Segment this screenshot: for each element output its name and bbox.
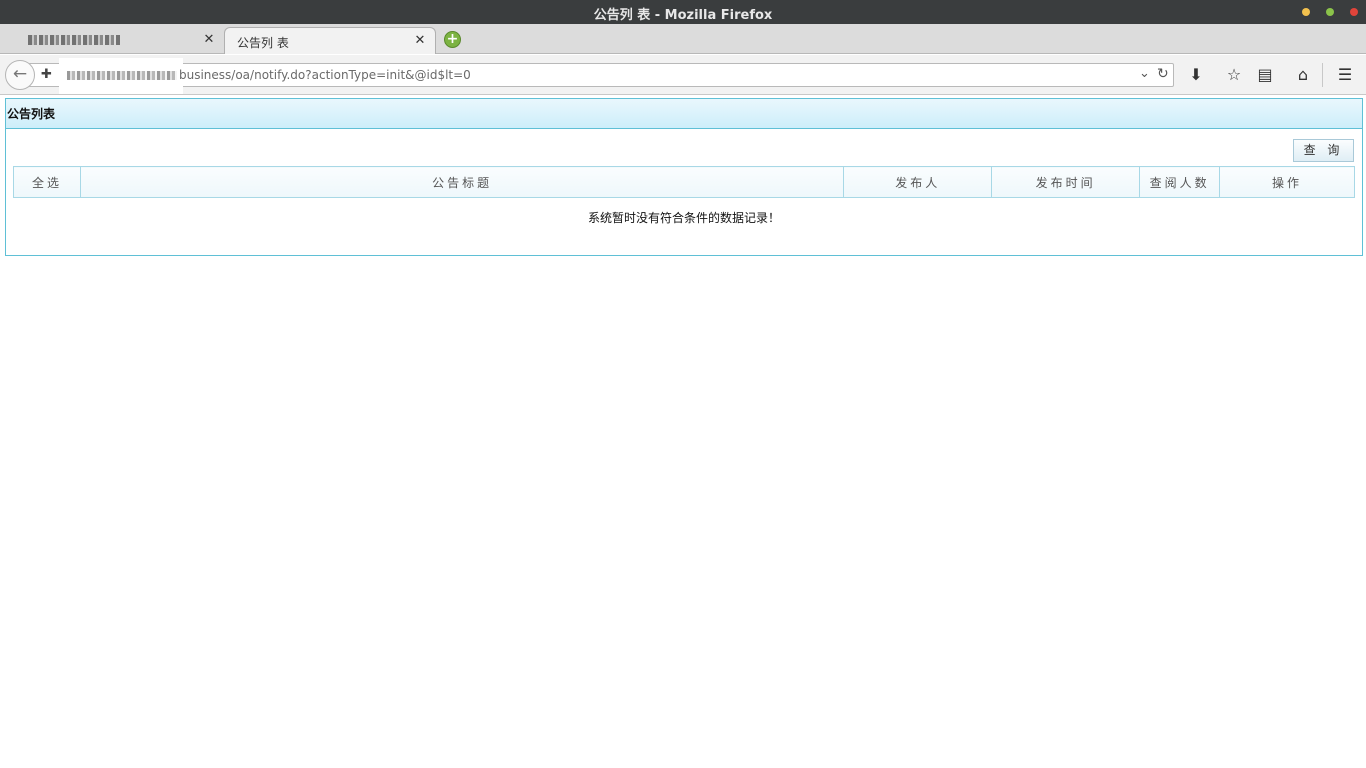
select-all-header[interactable]: 全选 <box>13 166 81 198</box>
navigation-bar: ✚ business/oa/notify.do?actionType=init&… <box>0 55 1366 95</box>
title-column-header: 公告标题 <box>79 166 845 198</box>
close-window-button[interactable] <box>1350 8 1358 16</box>
tab-active[interactable]: 公告列 表 ✕ <box>224 27 436 54</box>
reload-icon[interactable]: ↻ <box>1157 66 1169 82</box>
table-header-row: 全选 公告标题 发布人 发布时间 查阅人数 操作 <box>13 166 1355 198</box>
panel-header: 公告列表 <box>6 99 1362 129</box>
notice-table: 全选 公告标题 发布人 发布时间 查阅人数 操作 <box>13 166 1355 198</box>
tab-label: 公告列 表 <box>237 36 289 50</box>
page-content: 公告列表 查 询 全选 公告标题 发布人 发布时间 查阅人数 操作 系统暂时没有… <box>0 96 1366 768</box>
close-tab-icon[interactable]: ✕ <box>413 33 427 48</box>
notice-list-panel: 公告列表 查 询 全选 公告标题 发布人 发布时间 查阅人数 操作 系统暂时没有… <box>5 98 1363 256</box>
window-title: 公告列 表 - Mozilla Firefox <box>593 8 773 23</box>
page-title: 公告列表 <box>7 107 56 121</box>
menu-icon[interactable]: ☰ <box>1334 65 1356 84</box>
site-identity-icon[interactable]: ✚ <box>41 67 52 82</box>
tab-inactive[interactable]: ✕ <box>18 27 224 54</box>
maximize-button[interactable] <box>1326 8 1334 16</box>
window-titlebar: 公告列 表 - Mozilla Firefox <box>0 0 1366 24</box>
toolbar-separator <box>1322 63 1323 87</box>
back-button[interactable]: ← <box>5 60 35 90</box>
empty-state-message: 系统暂时没有符合条件的数据记录！ <box>587 211 780 225</box>
redacted-tab-title <box>28 35 120 45</box>
close-tab-icon[interactable]: ✕ <box>202 32 216 47</box>
url-text[interactable]: business/oa/notify.do?actionType=init&@i… <box>179 68 471 82</box>
minimize-button[interactable] <box>1302 8 1310 16</box>
redacted-url-host <box>59 58 183 94</box>
url-history-dropdown-icon[interactable]: ⌄ <box>1139 66 1150 81</box>
read-count-column-header: 查阅人数 <box>1139 166 1221 198</box>
home-icon[interactable]: ⌂ <box>1292 65 1314 84</box>
download-icon[interactable]: ⬇ <box>1185 65 1207 84</box>
query-button[interactable]: 查 询 <box>1293 139 1354 162</box>
publisher-column-header: 发布人 <box>843 166 993 198</box>
new-tab-icon[interactable]: + <box>444 31 461 48</box>
publish-time-column-header: 发布时间 <box>991 166 1141 198</box>
tab-strip: ✕ 公告列 表 ✕ + <box>0 24 1366 54</box>
bookmark-star-icon[interactable]: ☆ <box>1223 65 1245 84</box>
url-bar[interactable]: ✚ business/oa/notify.do?actionType=init&… <box>28 58 1174 94</box>
reading-list-icon[interactable]: ▤ <box>1254 65 1276 84</box>
action-column-header: 操作 <box>1219 166 1355 198</box>
